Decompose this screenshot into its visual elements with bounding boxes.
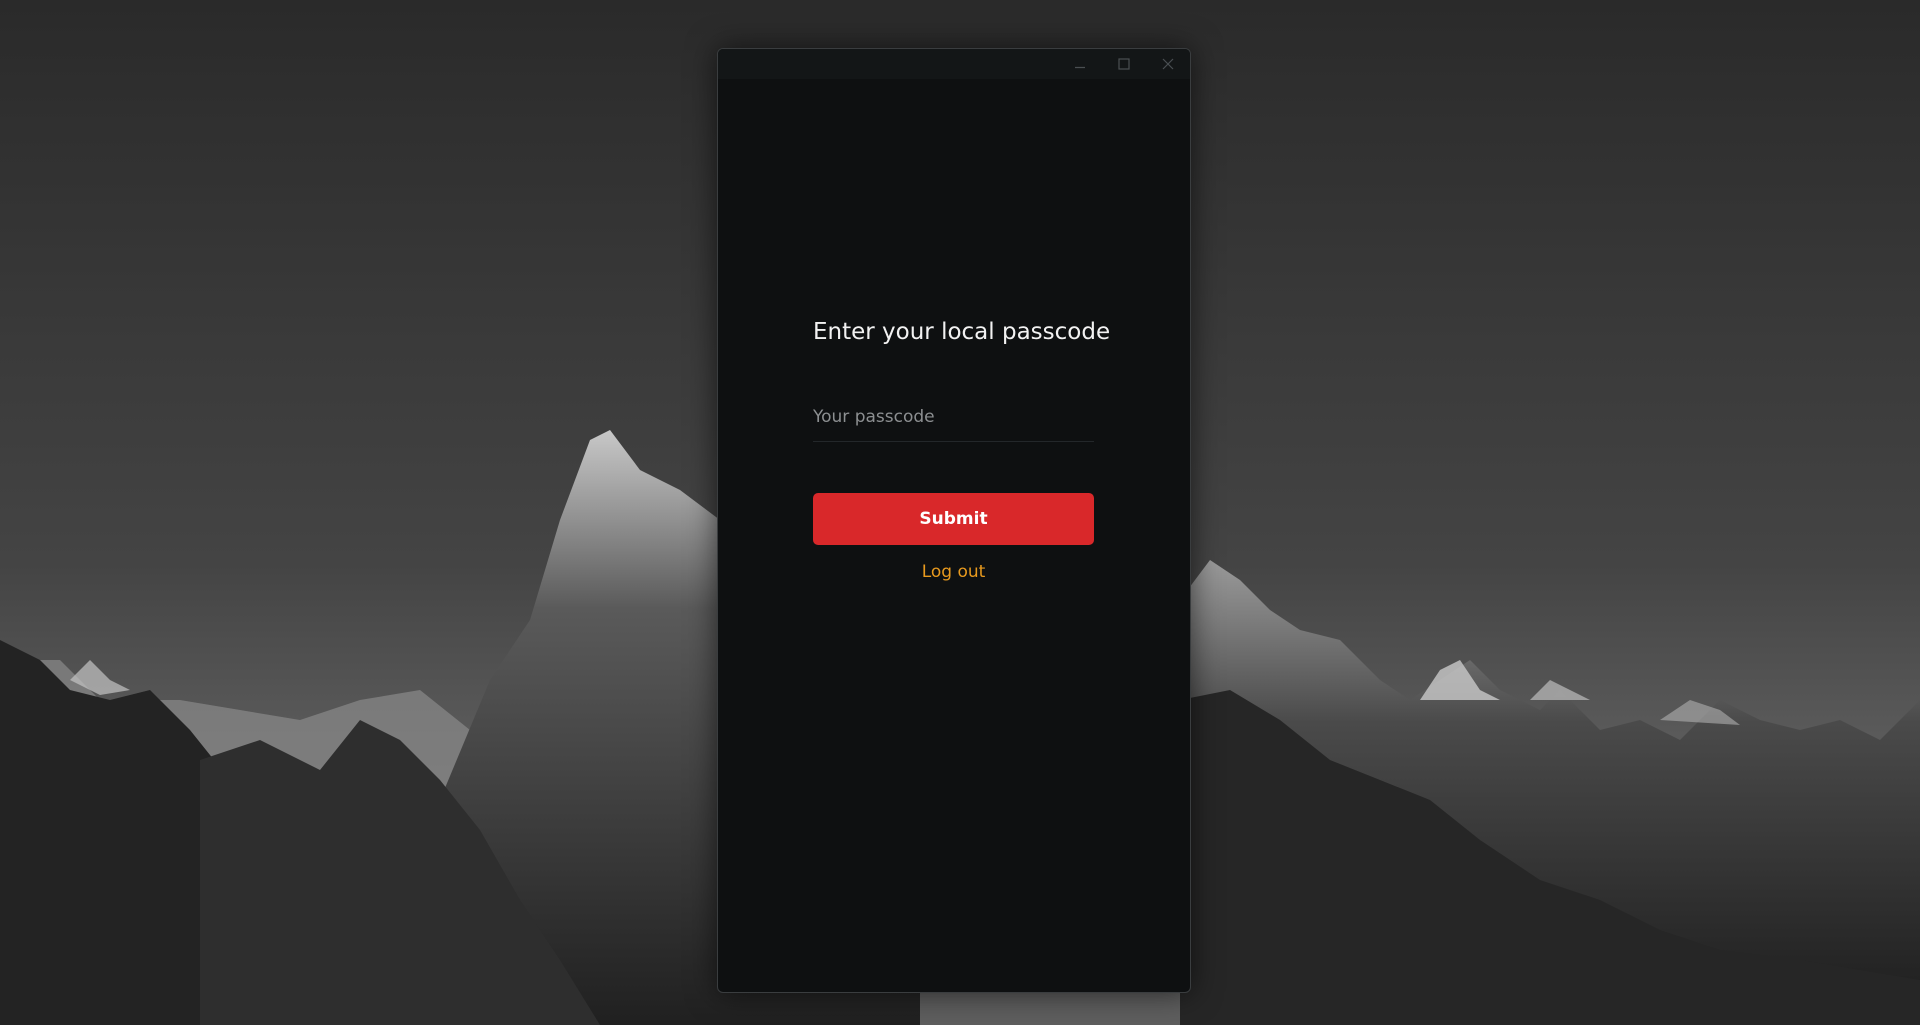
close-button[interactable]	[1146, 49, 1190, 79]
submit-button[interactable]: Submit	[813, 493, 1094, 545]
app-window: Enter your local passcode Submit Log out	[717, 48, 1191, 993]
maximize-icon	[1118, 58, 1130, 70]
maximize-button[interactable]	[1102, 49, 1146, 79]
close-icon	[1162, 58, 1174, 70]
passcode-panel: Enter your local passcode Submit Log out	[813, 319, 1111, 582]
minimize-icon	[1074, 58, 1086, 70]
passcode-title: Enter your local passcode	[813, 319, 1111, 345]
passcode-input[interactable]	[813, 397, 1094, 437]
passcode-field	[813, 397, 1094, 442]
minimize-button[interactable]	[1058, 49, 1102, 79]
title-bar[interactable]	[718, 49, 1190, 79]
logout-link[interactable]: Log out	[813, 562, 1094, 582]
